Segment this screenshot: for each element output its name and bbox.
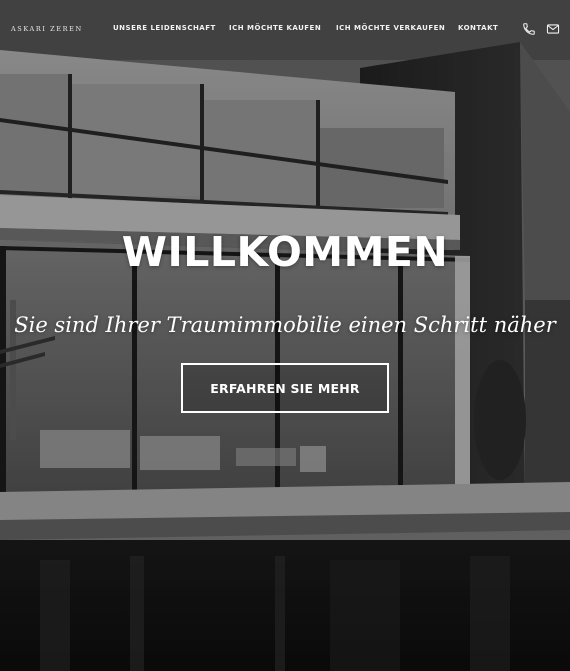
nav-item-ich-moechte-verkaufen[interactable]: ICH MÖCHTE VERKAUFEN [336, 24, 445, 32]
hero-title: WILLKOMMEN [121, 228, 449, 276]
nav-item-kontakt[interactable]: KONTAKT [458, 24, 498, 32]
brand-logo[interactable]: ASKARI ZEREN [11, 25, 83, 33]
hero-section: ASKARI ZEREN UNSERE LEIDENSCHAFT ICH MÖC… [0, 0, 570, 671]
top-navigation: ASKARI ZEREN UNSERE LEIDENSCHAFT ICH MÖC… [0, 0, 570, 58]
phone-icon[interactable] [522, 22, 536, 36]
learn-more-button[interactable]: ERFAHREN SIE MEHR [181, 363, 389, 413]
hero-subtitle: Sie sind Ihrer Traumimmobilie einen Schr… [14, 313, 556, 337]
nav-item-unsere-leidenschaft[interactable]: UNSERE LEIDENSCHAFT [113, 24, 216, 32]
mail-icon[interactable] [546, 22, 560, 36]
nav-item-ich-moechte-kaufen[interactable]: ICH MÖCHTE KAUFEN [229, 24, 321, 32]
